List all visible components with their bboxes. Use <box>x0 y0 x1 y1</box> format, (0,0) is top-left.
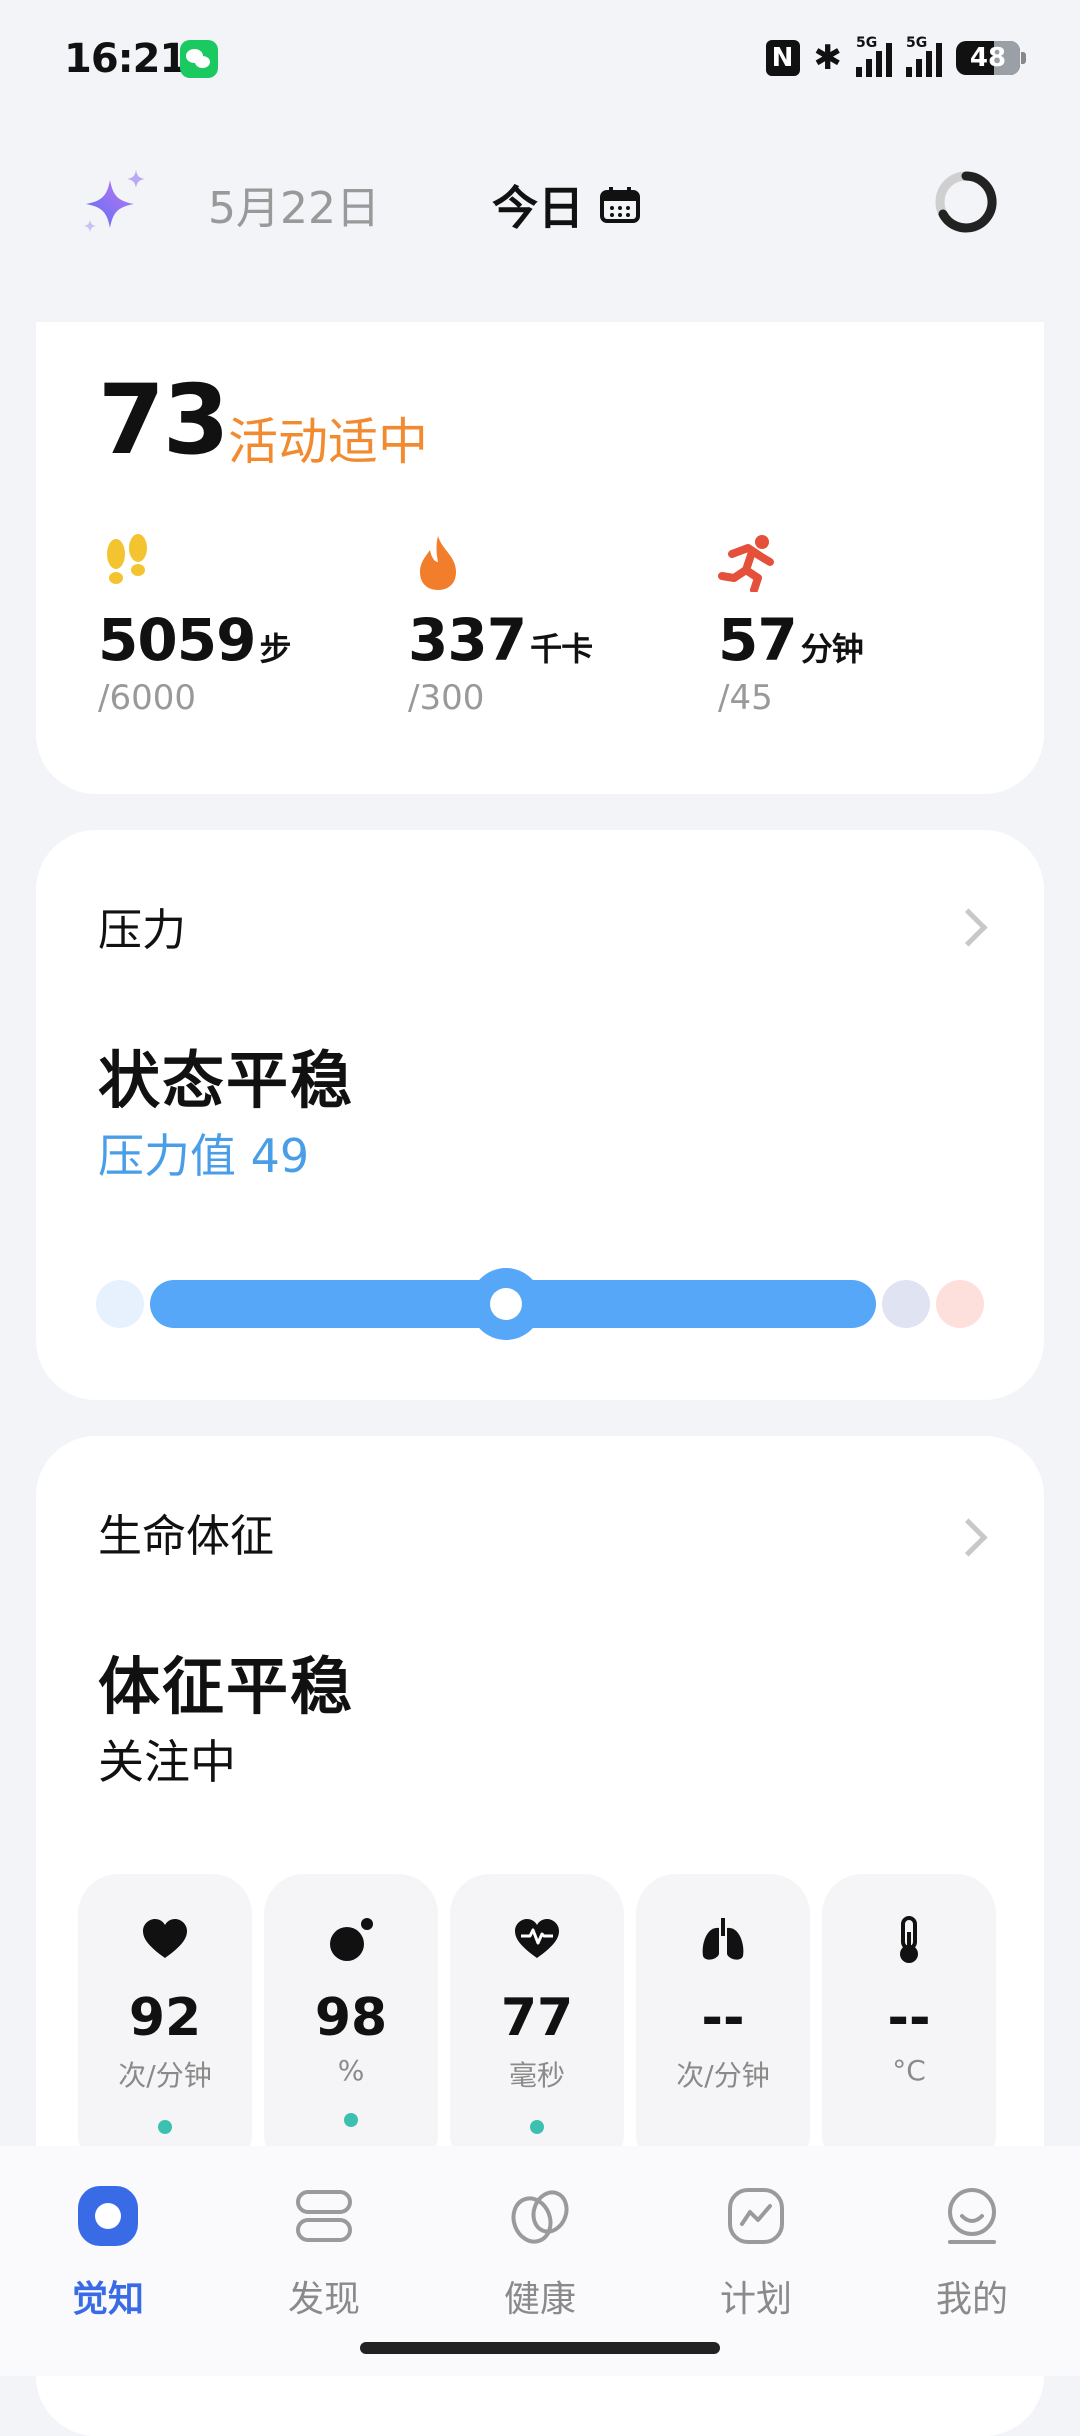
nav-tab-awareness[interactable]: 觉知 <box>38 2176 178 2322</box>
profile-icon <box>948 2188 996 2244</box>
stress-level-marker <box>469 1268 542 1340</box>
stress-level-dot-high <box>882 1280 930 1328</box>
stress-value: 压力值 49 <box>98 1129 310 1183</box>
plan-icon <box>728 2188 784 2244</box>
running-icon <box>718 535 774 594</box>
steps-goal: /6000 <box>98 678 196 718</box>
lungs-icon <box>702 1918 744 1960</box>
ai-sparkle-icon[interactable] <box>80 168 150 238</box>
health-icon <box>511 2190 569 2244</box>
exercise-metric: 57 分钟 /45 <box>718 532 1018 718</box>
stress-state: 状态平稳 <box>98 1044 355 1117</box>
vitals-sub-status: 关注中 <box>98 1735 236 1789</box>
heart-rate-tile[interactable]: 92 次/分钟 <box>78 1874 252 2174</box>
today-label: 今日 <box>492 181 584 235</box>
status-dot <box>158 2120 172 2134</box>
wechat-notification-icon <box>180 40 218 78</box>
blood-oxygen-tile[interactable]: 98 % <box>264 1874 438 2174</box>
nav-tab-health[interactable]: 健康 <box>470 2176 610 2322</box>
heart-icon <box>143 1919 187 1958</box>
stress-level-dot-very-high <box>936 1280 984 1328</box>
stress-title: 压力 <box>98 905 186 956</box>
discover-icon <box>296 2190 352 2242</box>
nav-label: 觉知 <box>71 2279 144 2320</box>
activity-ring-icon[interactable] <box>932 168 1000 236</box>
vitals-state: 体征平稳 <box>98 1650 355 1723</box>
activity-score: 73 <box>98 364 230 476</box>
exercise-value: 57 <box>718 606 798 674</box>
temperature-unit: °C <box>892 2054 926 2087</box>
chevron-right-icon[interactable] <box>949 1518 988 1557</box>
respiratory-rate-value: -- <box>701 1988 745 2048</box>
awareness-icon <box>78 2186 138 2246</box>
bluetooth-icon: ✱ <box>813 38 843 78</box>
hrv-value: 77 <box>500 1988 574 2048</box>
activity-card[interactable]: 73 活动适中 5059 步 /6000 337 千卡 /300 57 分钟 /45 <box>36 322 1044 794</box>
steps-unit: 步 <box>259 630 291 668</box>
battery-level: 48 <box>969 43 1007 73</box>
calories-unit: 千卡 <box>530 630 593 668</box>
flame-icon <box>420 536 456 590</box>
previous-date-tab[interactable]: 5月22日 <box>208 172 380 236</box>
exercise-unit: 分钟 <box>800 630 864 668</box>
thermometer-icon <box>900 1916 918 1963</box>
heart-rate-value: 92 <box>128 1988 202 2048</box>
blood-oxygen-unit: % <box>337 2054 365 2087</box>
calendar-icon <box>600 187 640 223</box>
respiratory-rate-unit: 次/分钟 <box>676 2059 770 2092</box>
nav-tab-plan[interactable]: 计划 <box>686 2176 826 2322</box>
nav-label: 健康 <box>503 2279 576 2320</box>
hrv-icon <box>515 1919 559 1958</box>
calories-value: 337 <box>408 606 527 674</box>
today-date-tab[interactable]: 今日 <box>492 172 640 238</box>
calories-goal: /300 <box>408 678 485 718</box>
heart-rate-unit: 次/分钟 <box>118 2059 212 2092</box>
activity-status: 活动适中 <box>228 413 428 471</box>
steps-metric: 5059 步 /6000 <box>98 532 398 718</box>
blood-oxygen-icon <box>330 1918 373 1961</box>
exercise-goal: /45 <box>718 678 773 718</box>
status-time: 16:21 <box>64 36 187 82</box>
nav-label: 计划 <box>719 2279 792 2320</box>
blood-oxygen-value: 98 <box>314 1988 388 2048</box>
hrv-tile[interactable]: 77 毫秒 <box>450 1874 624 2174</box>
temperature-tile[interactable]: -- °C <box>822 1874 996 2174</box>
nav-label: 我的 <box>935 2279 1008 2320</box>
nfc-icon: N <box>765 40 800 76</box>
temperature-value: -- <box>887 1988 931 2048</box>
signal-5g-icon: 5G <box>856 35 892 77</box>
stress-level-dot-low <box>96 1280 144 1328</box>
battery-icon: 48 <box>956 41 1026 75</box>
nav-tab-discover[interactable]: 发现 <box>254 2176 394 2322</box>
steps-value: 5059 <box>98 606 256 674</box>
status-dot <box>344 2113 358 2127</box>
calories-metric: 337 千卡 /300 <box>408 532 708 718</box>
footprints-icon <box>107 534 147 584</box>
hrv-unit: 毫秒 <box>508 2059 565 2092</box>
nav-label: 发现 <box>287 2279 360 2320</box>
nav-tab-me[interactable]: 我的 <box>902 2176 1042 2322</box>
vitals-title: 生命体征 <box>98 1511 274 1562</box>
respiratory-rate-tile[interactable]: -- 次/分钟 <box>636 1874 810 2174</box>
chevron-right-icon[interactable] <box>949 908 988 947</box>
status-dot <box>530 2120 544 2134</box>
home-indicator[interactable] <box>360 2342 720 2354</box>
stress-card[interactable]: 压力 状态平稳 压力值 49 <box>36 830 1044 1400</box>
status-icons: N ✱ 5G 5G 48 <box>765 35 1026 78</box>
signal-5g-icon-2: 5G <box>906 35 942 77</box>
